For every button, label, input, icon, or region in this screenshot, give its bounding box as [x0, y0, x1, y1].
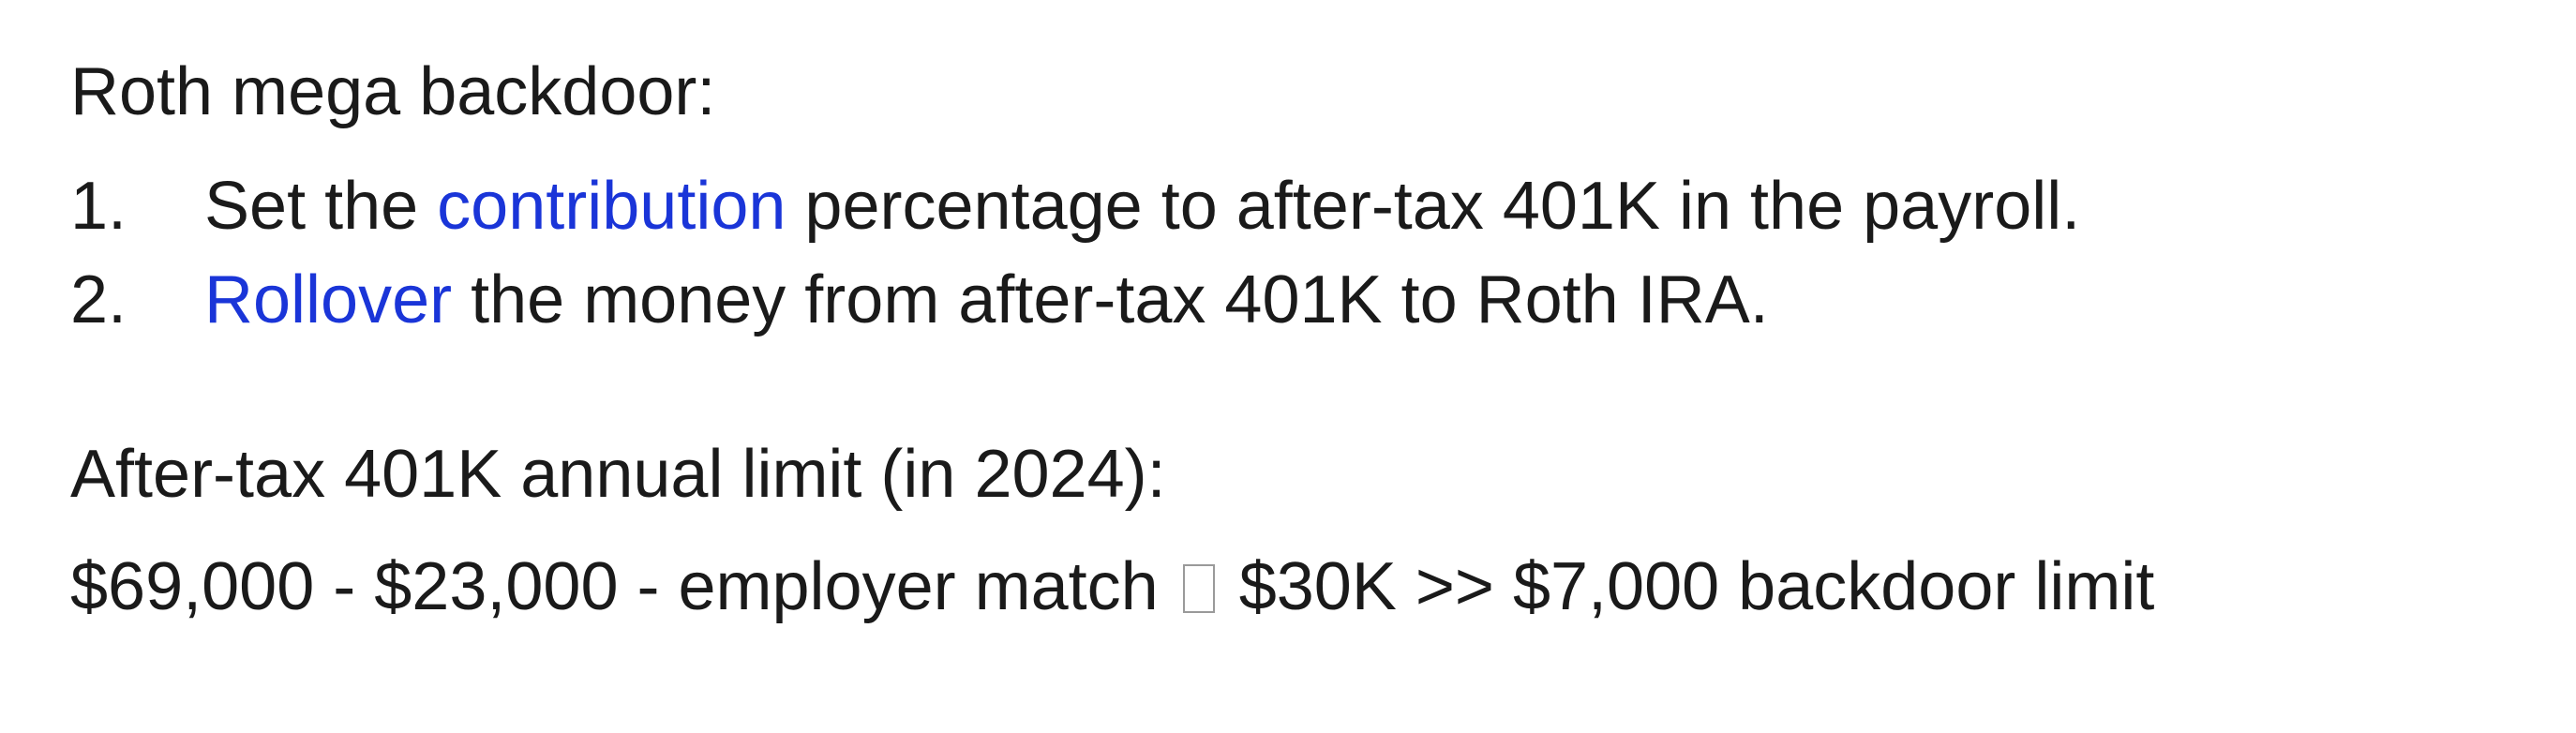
limit-heading: After-tax 401K annual limit (in 2024): — [70, 437, 1166, 512]
list-item-text: Rollover the money from after-tax 401K t… — [204, 266, 1769, 334]
rollover-link[interactable]: Rollover — [204, 262, 452, 337]
document-heading: Roth mega backdoor: — [70, 54, 716, 129]
list-number: 2. — [70, 262, 127, 337]
list-item-text: Set the contribution percentage to after… — [204, 172, 2080, 240]
formula-right-text: $30K >> $7,000 backdoor limit — [1220, 549, 2155, 624]
missing-glyph-box — [1182, 564, 1215, 613]
document-page: Roth mega backdoor: 1. Set the contribut… — [0, 0, 2576, 733]
formula-left-text: $69,000 - $23,000 - employer match — [70, 549, 1177, 624]
step-text-after: the money from after-tax 401K to Roth IR… — [452, 262, 1769, 337]
list-number: 1. — [70, 169, 127, 244]
contribution-link[interactable]: contribution — [437, 169, 786, 244]
step-text-after: percentage to after-tax 401K in the payr… — [786, 169, 2081, 244]
limit-formula: $69,000 - $23,000 - employer match $30K … — [70, 553, 2154, 621]
step-text-before: Set the — [204, 169, 438, 244]
